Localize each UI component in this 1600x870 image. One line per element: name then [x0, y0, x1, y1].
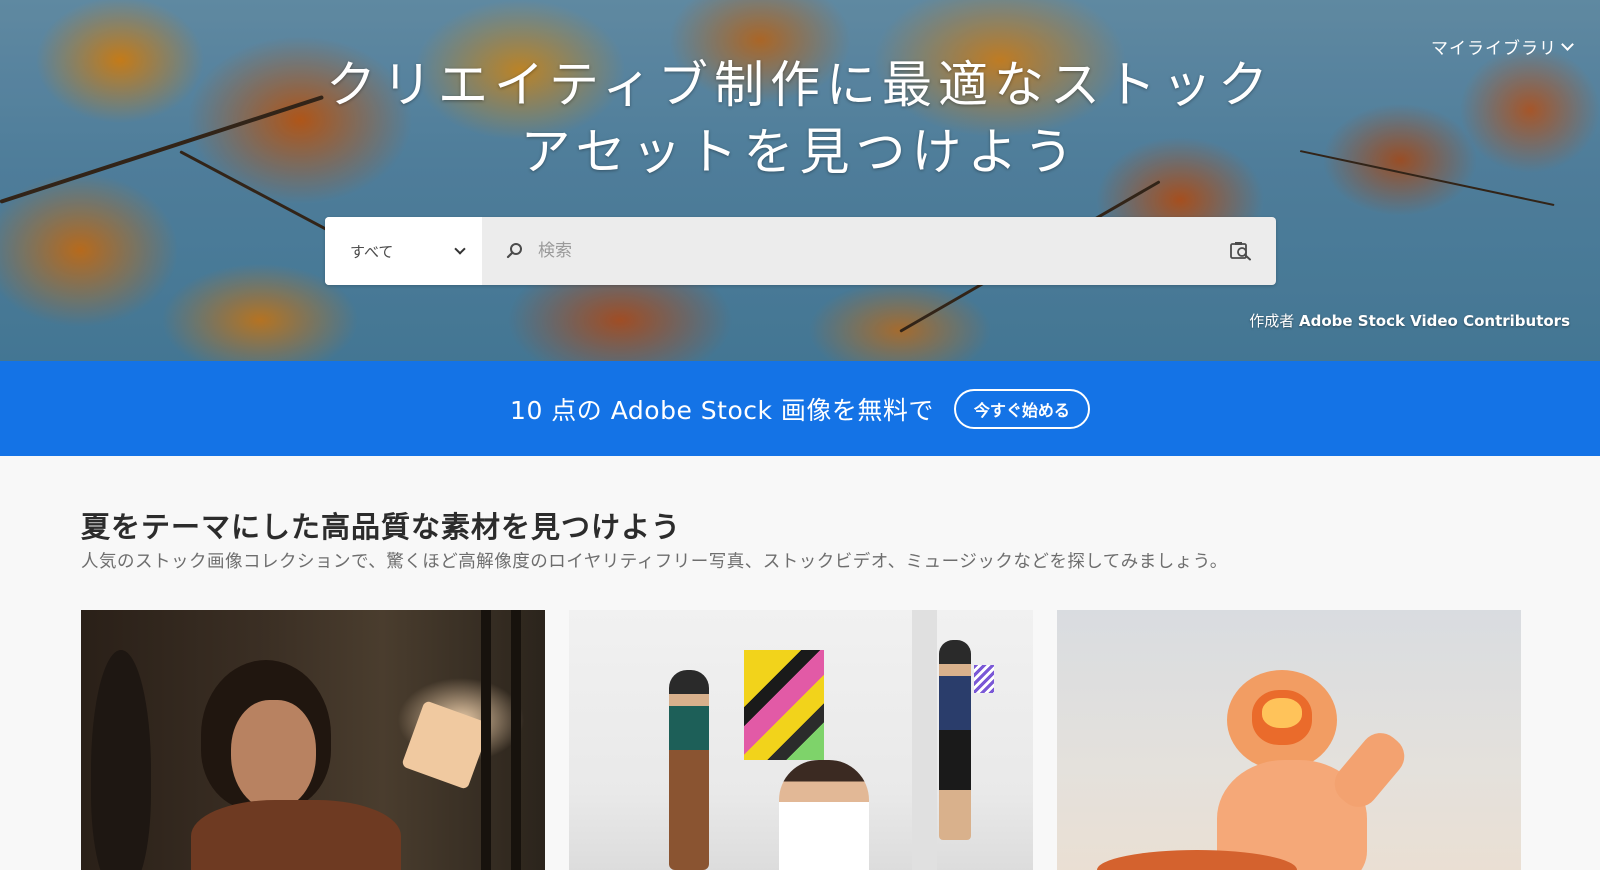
search-icon: [506, 243, 522, 259]
hero-title-line2: アセットを見つけよう: [520, 123, 1080, 181]
section-title: 夏をテーマにした高品質な素材を見つけよう: [81, 510, 682, 544]
card-image-detail: [481, 610, 491, 870]
my-library-label: マイライブラリ: [1431, 39, 1557, 59]
credit-author-link[interactable]: Adobe Stock Video Contributors: [1299, 312, 1570, 330]
card-image-detail: [401, 700, 491, 790]
visual-search-icon: [1230, 242, 1251, 261]
card-image-detail: [779, 760, 869, 870]
my-library-menu[interactable]: マイライブラリ: [1431, 34, 1574, 59]
search-input[interactable]: [524, 217, 1206, 285]
hero-title: クリエイティブ制作に最適なストック アセットを見つけよう: [300, 52, 1300, 186]
card-image-detail: [744, 650, 824, 760]
hero-banner: マイライブラリ クリエイティブ制作に最適なストック アセットを見つけよう すべて: [0, 0, 1600, 361]
card-image-detail: [974, 665, 994, 693]
card-image-detail: [191, 800, 401, 870]
promo-text: 10 点の Adobe Stock 画像を無料で: [510, 395, 934, 425]
chevron-down-icon: [1561, 38, 1574, 51]
card-image-detail: [231, 700, 316, 810]
start-now-button[interactable]: 今すぐ始める: [953, 388, 1090, 429]
page: マイライブラリ クリエイティブ制作に最適なストック アセットを見つけよう すべて: [0, 0, 1600, 870]
chevron-down-icon: [454, 243, 466, 255]
credit-prefix: 作成者: [1249, 312, 1295, 330]
search-field: [482, 217, 1206, 285]
search-type-label: すべて: [350, 242, 394, 261]
section-subtitle: 人気のストック画像コレクションで、驚くほど高解像度のロイヤリティフリー写真、スト…: [81, 552, 1228, 572]
search-type-dropdown[interactable]: すべて: [325, 217, 482, 285]
card-image-detail: [1262, 698, 1302, 728]
card-image-detail: [939, 640, 971, 840]
collection-card-gallery[interactable]: [569, 610, 1033, 870]
photo-credit: 作成者 Adobe Stock Video Contributors: [1249, 310, 1570, 331]
card-image-detail: [912, 610, 937, 870]
collection-card-3d[interactable]: [1057, 610, 1521, 870]
visual-search-button[interactable]: [1206, 217, 1276, 285]
collection-card-office[interactable]: [81, 610, 545, 870]
hero-title-line1: クリエイティブ制作に最適なストック: [326, 56, 1274, 114]
search-bar: すべて: [325, 217, 1276, 285]
card-image-detail: [91, 650, 151, 870]
card-image-detail: [511, 610, 521, 870]
card-image-detail: [669, 670, 709, 870]
promo-banner: 10 点の Adobe Stock 画像を無料で 今すぐ始める: [0, 361, 1600, 456]
